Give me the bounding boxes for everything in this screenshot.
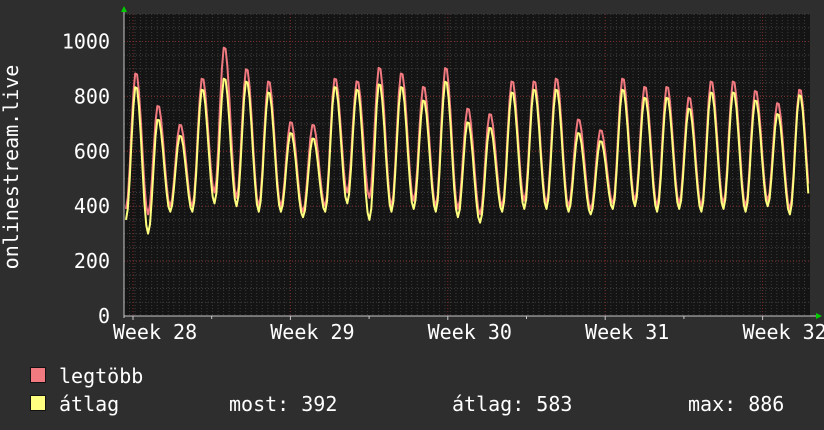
y-tick-label: 800	[74, 84, 110, 108]
chart: 0 200 400 600 800 1000 Week 28 Week 29 Week 30 We…	[0, 0, 824, 430]
x-tick-label: Week 30	[428, 320, 512, 344]
stat-average: átlag: 583	[452, 392, 573, 416]
x-tick-label: Week 28	[113, 320, 197, 344]
stat-current: most: 392	[229, 392, 338, 416]
y-axis-arrow	[121, 6, 127, 12]
y-tick-label: 600	[74, 139, 110, 163]
y-tick-label: 1000	[62, 29, 110, 53]
x-tick-label: Week 31	[585, 320, 669, 344]
stat-maximum: max: 886	[688, 392, 785, 416]
legend-row-max-series: legtöbb	[30, 362, 810, 390]
x-tick-label: Week 29	[270, 320, 354, 344]
legend-swatch-max	[30, 367, 46, 383]
y-axis-label: onlinestream.live	[0, 65, 23, 270]
x-tick-label: Week 32	[742, 320, 824, 344]
x-axis-arrow	[816, 313, 822, 319]
legend-label-avg: átlag	[59, 392, 120, 416]
y-tick-label: 400	[74, 194, 110, 218]
legend-row-avg-series: átlag most: 392 átlag: 583 max: 886	[30, 390, 810, 418]
legend-swatch-avg	[30, 395, 46, 411]
legend: legtöbb átlag most: 392 átlag: 583 max: …	[30, 362, 810, 418]
y-tick-label: 0	[98, 304, 110, 328]
y-tick-label: 200	[74, 249, 110, 273]
legend-label-max: legtöbb	[59, 364, 144, 388]
